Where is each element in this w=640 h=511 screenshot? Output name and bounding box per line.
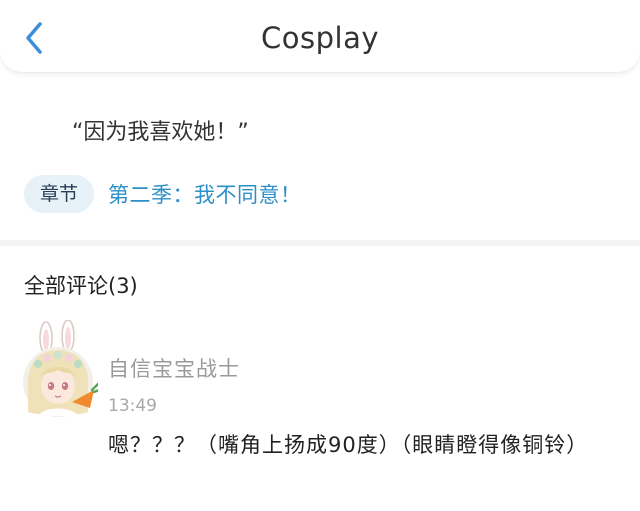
anime-girl-bunny-ears-avatar-icon bbox=[23, 319, 101, 417]
top-bar: Cosplay bbox=[0, 0, 640, 73]
comment-username[interactable]: 自信宝宝战士 bbox=[108, 354, 240, 384]
chapter-tag: 章节 bbox=[24, 175, 95, 213]
user-avatar[interactable] bbox=[20, 319, 101, 420]
page-title: Cosplay bbox=[261, 21, 379, 55]
chapter-row: 章节 第二季：我不同意！ bbox=[24, 175, 302, 213]
section-divider bbox=[0, 240, 640, 246]
post-quote: “因为我喜欢她！” bbox=[72, 120, 249, 145]
comment-time: 13:49 bbox=[108, 396, 157, 416]
comment-text: 嗯？？？（嘴角上扬成90度）（眼睛瞪得像铜铃） bbox=[108, 433, 589, 457]
chapter-link[interactable]: 第二季：我不同意！ bbox=[108, 179, 302, 209]
comments-count-header: 全部评论(3) bbox=[24, 274, 138, 298]
